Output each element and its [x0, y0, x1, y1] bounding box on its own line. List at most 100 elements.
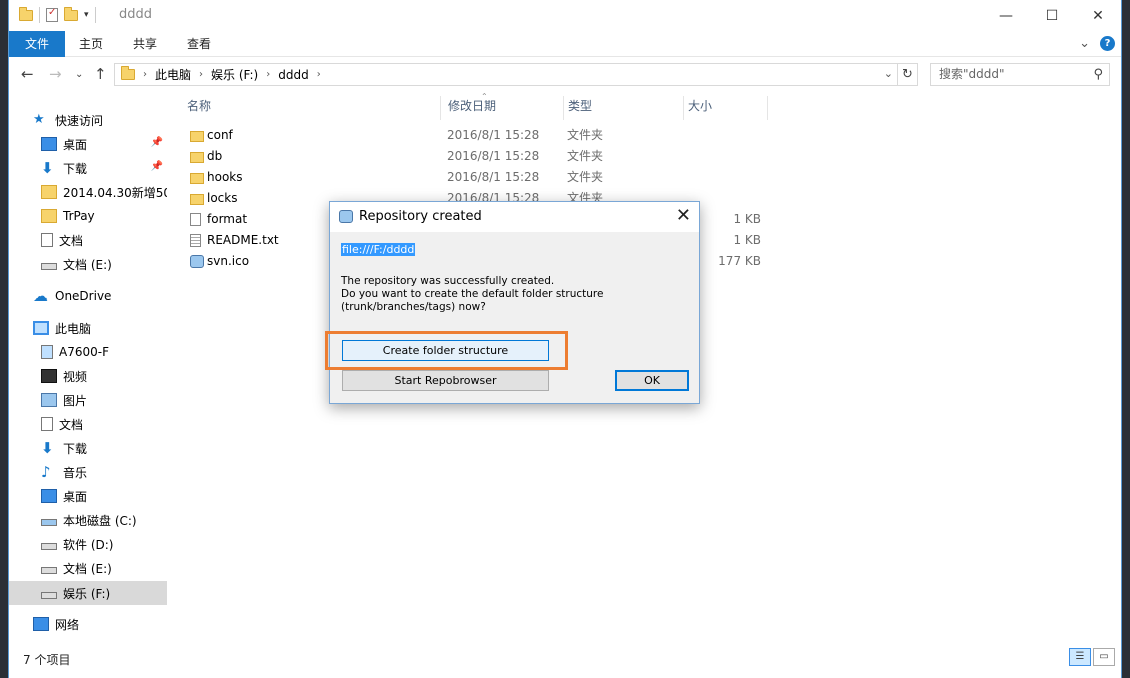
create-folder-structure-button[interactable]: Create folder structure: [342, 340, 549, 361]
sidebar-item-documents[interactable]: 文档: [9, 228, 167, 252]
table-row[interactable]: conf 2016/8/1 15:28 文件夹: [185, 125, 785, 146]
table-row[interactable]: hooks 2016/8/1 15:28 文件夹: [185, 167, 785, 188]
close-button[interactable]: ✕: [1075, 0, 1121, 31]
tab-view[interactable]: 查看: [173, 31, 225, 57]
properties-icon[interactable]: [46, 7, 58, 22]
drive-icon: [41, 542, 57, 550]
tab-home[interactable]: 主页: [65, 31, 117, 57]
navigation-pane: ★ 快速访问 桌面 📌 ⬇ 下载 📌 2014.04.30新增500 TrPay…: [9, 96, 167, 644]
sidebar-item-videos[interactable]: 视频: [9, 364, 167, 388]
desktop-icon: [41, 137, 57, 151]
system-drive-icon: [41, 518, 57, 526]
sidebar-item-quick-access[interactable]: ★ 快速访问: [9, 108, 167, 132]
help-icon[interactable]: ?: [1100, 36, 1115, 51]
file-name: README.txt: [207, 233, 279, 247]
sidebar-item-this-pc[interactable]: 此电脑: [9, 316, 167, 340]
sidebar-item-a7600[interactable]: A7600-F: [9, 340, 167, 364]
ok-button[interactable]: OK: [615, 370, 689, 391]
message-line: Do you want to create the default folder…: [341, 288, 604, 300]
sidebar-item-documents-2[interactable]: 文档: [9, 412, 167, 436]
documents-icon: [41, 417, 53, 431]
folder-icon: [190, 173, 204, 184]
table-row[interactable]: db 2016/8/1 15:28 文件夹: [185, 146, 785, 167]
download-icon: ⬇: [41, 159, 54, 177]
sidebar-item-onedrive[interactable]: ☁ OneDrive: [9, 284, 167, 308]
search-icon[interactable]: ⚲: [1093, 64, 1103, 85]
message-line: (trunk/branches/tags) now?: [341, 301, 486, 313]
details-view-icon[interactable]: ☰: [1069, 648, 1091, 666]
breadcrumb-separator[interactable]: ›: [143, 69, 147, 80]
sidebar-item-label: 下载: [63, 441, 88, 456]
ribbon-right: ⌄ ?: [1079, 36, 1115, 51]
repository-url[interactable]: file:///F:/dddd: [341, 243, 416, 256]
dialog-close-icon[interactable]: ✕: [676, 205, 691, 226]
column-headers: ⌃ 名称 修改日期 类型 大小: [185, 92, 785, 120]
sidebar-item-downloads[interactable]: ⬇ 下载 📌: [9, 156, 167, 180]
file-name: svn.ico: [207, 254, 250, 268]
sidebar-item-music[interactable]: ♪ 音乐: [9, 460, 167, 484]
expand-ribbon-icon[interactable]: ⌄: [1079, 36, 1090, 51]
refresh-icon[interactable]: ↻: [898, 63, 918, 86]
sidebar-item-label: 网络: [55, 617, 80, 632]
sidebar-item-drive-f[interactable]: 娱乐 (F:): [9, 581, 167, 605]
tab-file[interactable]: 文件: [9, 31, 65, 57]
sidebar-item-pictures[interactable]: 图片: [9, 388, 167, 412]
column-date-modified[interactable]: 修改日期: [446, 96, 564, 120]
sidebar-item-drive-d[interactable]: 软件 (D:): [9, 532, 167, 556]
sidebar-item-network[interactable]: 网络: [9, 612, 167, 636]
folder-icon: [41, 185, 57, 199]
maximize-button[interactable]: ☐: [1029, 0, 1075, 31]
recent-locations-icon[interactable]: ⌄: [75, 69, 83, 80]
forward-arrow-icon[interactable]: →: [49, 65, 62, 83]
drive-icon: [41, 262, 57, 270]
column-type[interactable]: 类型: [566, 96, 684, 120]
sidebar-item-desktop[interactable]: 桌面 📌: [9, 132, 167, 156]
up-arrow-icon[interactable]: ↑: [94, 65, 107, 83]
sidebar-item-label: OneDrive: [55, 289, 112, 303]
pin-icon[interactable]: 📌: [151, 161, 163, 172]
folder-icon: [190, 152, 204, 163]
tab-share[interactable]: 共享: [119, 31, 171, 57]
back-arrow-icon[interactable]: ←: [21, 65, 34, 83]
sidebar-item-folder-2014[interactable]: 2014.04.30新增500: [9, 180, 167, 204]
breadcrumb-this-pc[interactable]: 此电脑: [155, 66, 191, 83]
sidebar-item-label: 文档 (E:): [63, 561, 112, 576]
sidebar-item-trpay[interactable]: TrPay: [9, 204, 167, 228]
search-input[interactable]: 搜索"dddd" ⚲: [930, 63, 1110, 86]
address-bar[interactable]: › 此电脑 › 娱乐 (F:) › dddd › ⌄: [114, 63, 898, 86]
breadcrumb-separator[interactable]: ›: [266, 69, 270, 80]
start-repobrowser-button[interactable]: Start Repobrowser: [342, 370, 549, 391]
large-icons-view-icon[interactable]: ▭: [1093, 648, 1115, 666]
onedrive-icon: ☁: [33, 287, 48, 305]
sidebar-item-label: 桌面: [63, 489, 88, 504]
sidebar-item-label: 文档: [59, 417, 84, 432]
column-size[interactable]: 大小: [686, 96, 768, 120]
sidebar-item-drive-c[interactable]: 本地磁盘 (C:): [9, 508, 167, 532]
file-date: 2016/8/1 15:28: [447, 170, 540, 184]
pictures-icon: [41, 393, 57, 407]
new-folder-icon[interactable]: [64, 6, 78, 21]
address-dropdown-icon[interactable]: ⌄: [884, 67, 893, 80]
sidebar-item-downloads-2[interactable]: ⬇ 下载: [9, 436, 167, 460]
dialog-title-bar: Repository created ✕: [330, 202, 699, 232]
this-pc-icon: [33, 321, 49, 335]
column-name[interactable]: 名称: [185, 96, 441, 120]
sidebar-item-desktop-2[interactable]: 桌面: [9, 484, 167, 508]
minimize-button[interactable]: —: [983, 0, 1029, 31]
breadcrumb-drive-f[interactable]: 娱乐 (F:): [211, 66, 258, 83]
sidebar-item-drive-e[interactable]: 文档 (E:): [9, 252, 167, 276]
search-placeholder: 搜索"dddd": [939, 67, 1005, 81]
folder-icon: [41, 209, 57, 223]
customize-qat-icon[interactable]: ▾: [84, 10, 89, 20]
device-icon: [41, 345, 53, 359]
title-bar: ▾ dddd — ☐ ✕: [9, 0, 1121, 31]
folder-icon: [190, 131, 204, 142]
documents-icon: [41, 233, 53, 247]
sidebar-item-drive-e-2[interactable]: 文档 (E:): [9, 556, 167, 580]
pin-icon[interactable]: 📌: [151, 137, 163, 148]
breadcrumb-separator[interactable]: ›: [317, 69, 321, 80]
window-controls: — ☐ ✕: [983, 0, 1121, 31]
dialog-title: Repository created: [359, 209, 482, 224]
breadcrumb-dddd[interactable]: dddd: [278, 68, 308, 82]
breadcrumb-separator[interactable]: ›: [199, 69, 203, 80]
